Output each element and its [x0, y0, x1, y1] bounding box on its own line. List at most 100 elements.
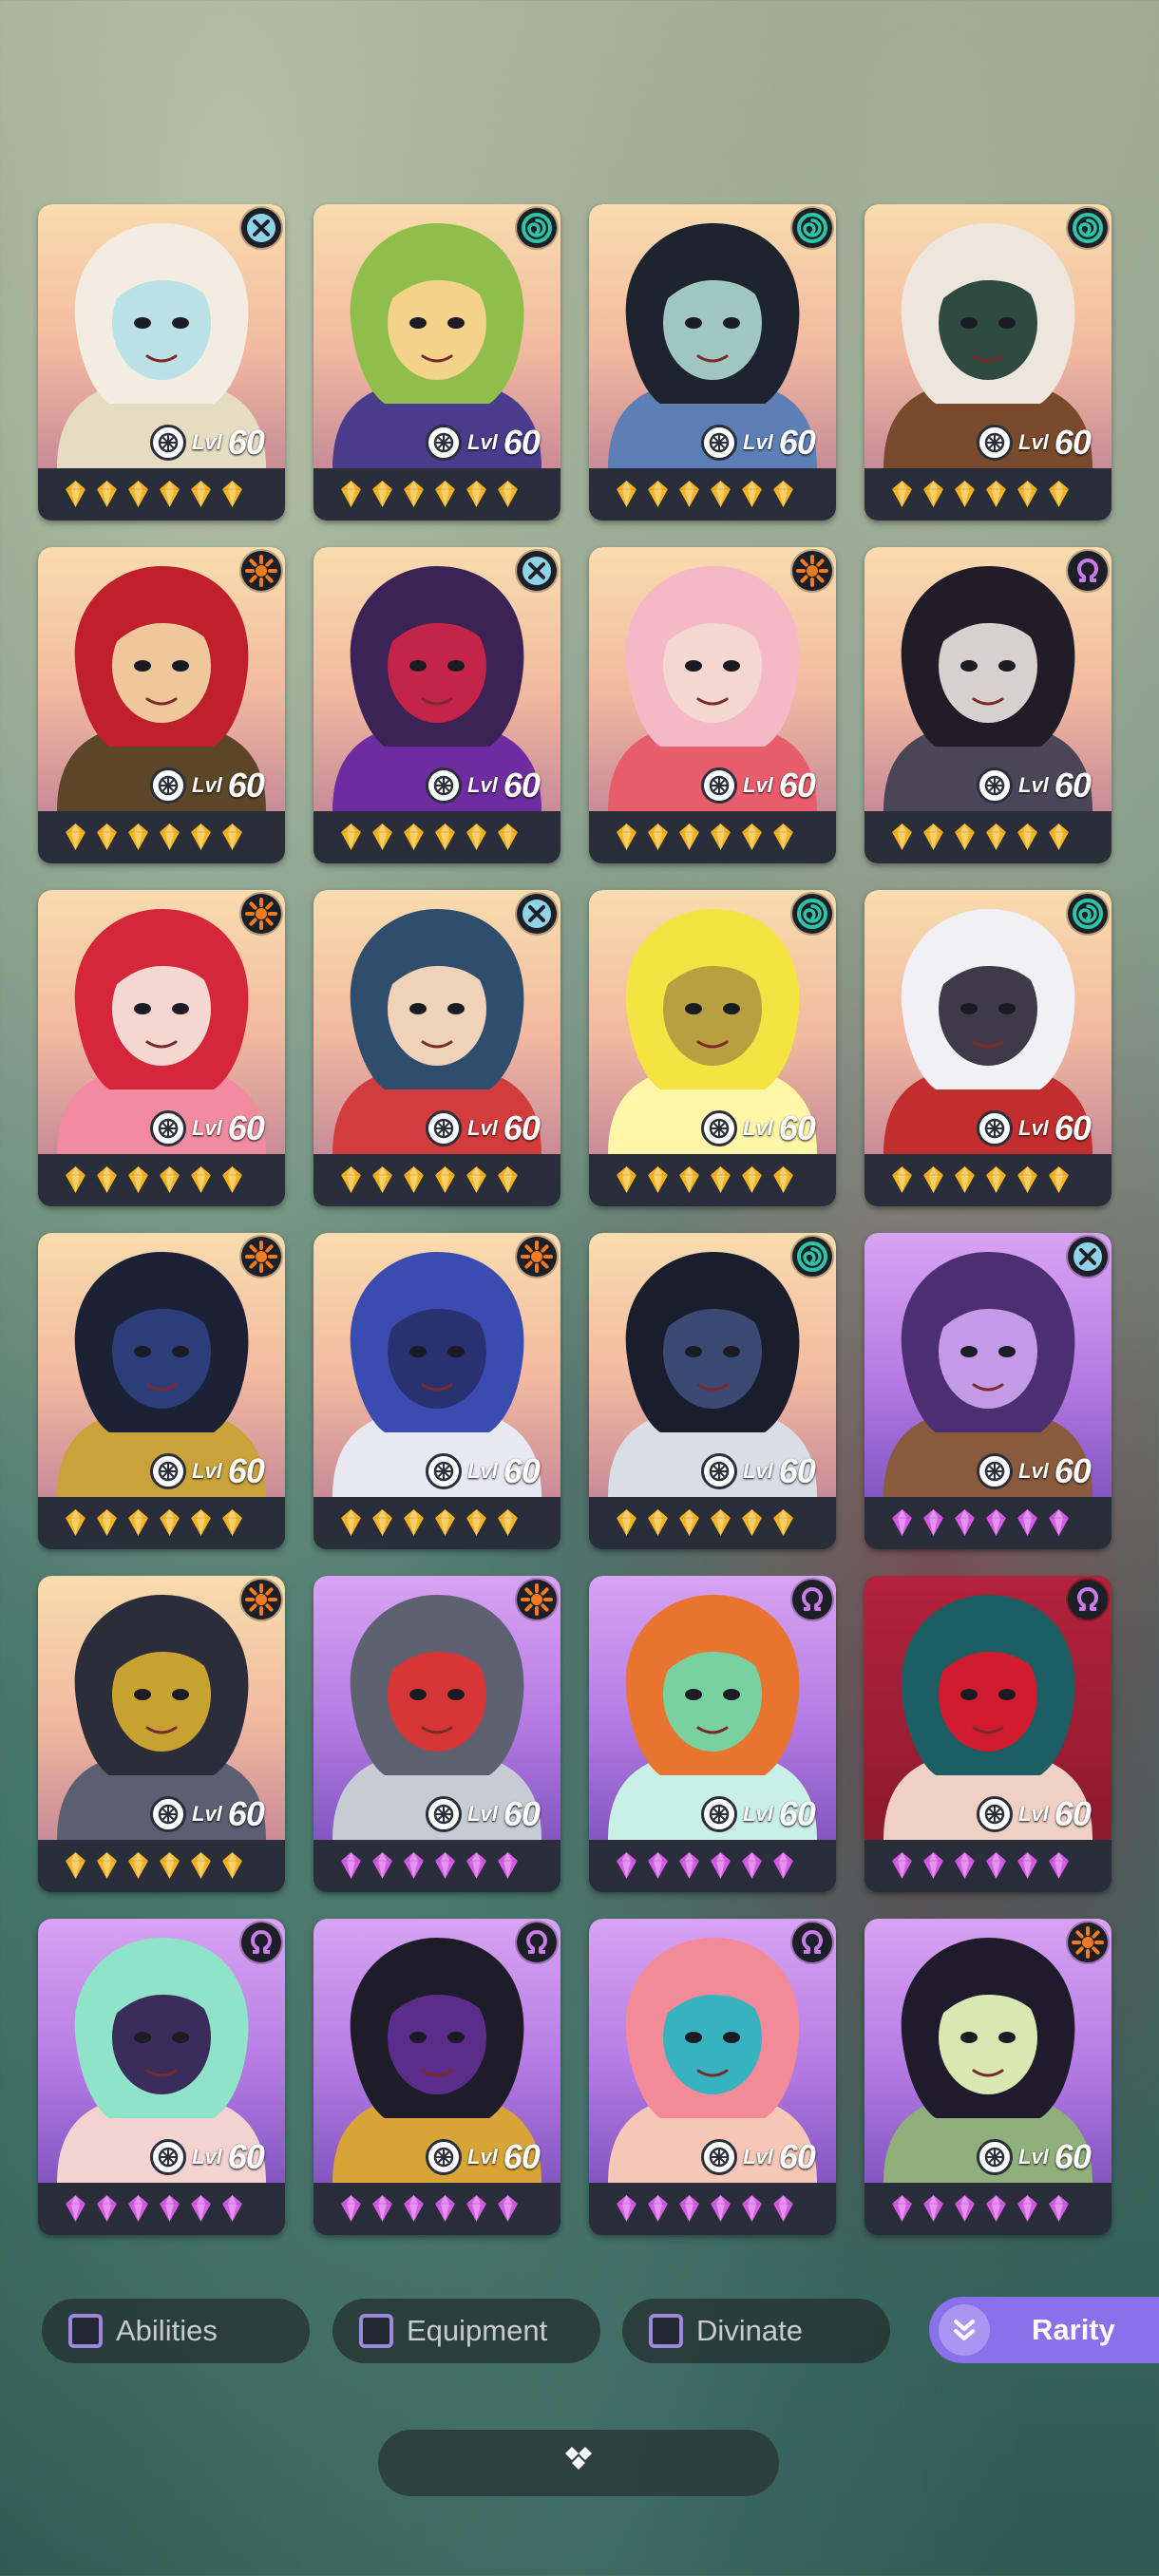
hero-level: Lvl 60	[420, 766, 545, 805]
filter-divinate-label: Divinate	[696, 2314, 803, 2347]
gem-icon	[159, 1851, 180, 1885]
filter-divinate[interactable]: Divinate	[622, 2299, 890, 2363]
gem-icon	[497, 1851, 519, 1885]
hero-level: Lvl 60	[971, 766, 1096, 805]
gem-icon	[954, 480, 976, 513]
gem-icon	[891, 1851, 913, 1885]
hero-card[interactable]: Lvl 60	[864, 1576, 1112, 1892]
class-badge-icon	[701, 425, 737, 461]
cross-element-icon	[241, 208, 281, 248]
hero-card[interactable]: Lvl 60	[864, 1233, 1112, 1549]
equipment-checkbox[interactable]	[359, 2314, 393, 2348]
hero-card[interactable]: Lvl 60	[589, 204, 836, 521]
gem-icon	[616, 1508, 637, 1542]
hero-card[interactable]: Lvl 60	[589, 1233, 836, 1549]
star-rating	[891, 2194, 1070, 2227]
sort-rarity-button[interactable]: Rarity	[929, 2297, 1159, 2363]
expand-button[interactable]	[378, 2430, 779, 2496]
gem-icon	[616, 2194, 637, 2227]
hero-card[interactable]: Lvl 60	[864, 890, 1112, 1206]
gem-icon	[340, 2194, 362, 2227]
gem-icon	[190, 2194, 212, 2227]
gem-icon	[741, 1851, 763, 1885]
hero-card[interactable]: Lvl 60	[314, 204, 560, 521]
filter-abilities-label: Abilities	[116, 2314, 218, 2347]
abilities-checkbox[interactable]	[68, 2314, 103, 2348]
gem-icon	[65, 1508, 86, 1542]
class-badge-icon	[426, 2139, 462, 2175]
hero-card[interactable]: Lvl 60	[38, 204, 285, 521]
star-rating	[65, 1508, 243, 1542]
gem-icon	[678, 1851, 700, 1885]
gem-icon	[1016, 1851, 1038, 1885]
hero-card[interactable]: Lvl 60	[38, 1919, 285, 2235]
hero-card[interactable]: Lvl 60	[589, 1576, 836, 1892]
hero-card[interactable]: Lvl 60	[864, 547, 1112, 863]
hero-card[interactable]: Lvl 60	[589, 547, 836, 863]
class-badge-icon	[977, 1796, 1013, 1832]
class-badge-icon	[150, 425, 186, 461]
level-label: Lvl	[1018, 430, 1049, 454]
hero-card[interactable]: Lvl 60	[864, 1919, 1112, 2235]
level-number: 60	[227, 1794, 265, 1833]
hero-card[interactable]: Lvl 60	[38, 890, 285, 1206]
gem-icon	[340, 480, 362, 513]
filter-abilities[interactable]: Abilities	[42, 2299, 310, 2363]
gem-icon	[221, 1165, 243, 1199]
gem-icon	[772, 1508, 794, 1542]
gem-icon	[221, 823, 243, 856]
hero-card[interactable]: Lvl 60	[864, 204, 1112, 521]
gem-icon	[954, 1165, 976, 1199]
gem-icon	[497, 1508, 519, 1542]
gem-icon	[221, 480, 243, 513]
gem-icon	[127, 480, 149, 513]
level-number: 60	[778, 1108, 816, 1147]
level-number: 60	[1054, 1794, 1092, 1833]
hero-level: Lvl 60	[420, 2137, 545, 2176]
hero-card[interactable]: Lvl 60	[314, 547, 560, 863]
level-number: 60	[227, 2137, 265, 2176]
hero-card[interactable]: Lvl 60	[314, 1233, 560, 1549]
gem-icon	[96, 2194, 118, 2227]
level-label: Lvl	[1018, 1116, 1049, 1140]
hero-card[interactable]: Lvl 60	[38, 1576, 285, 1892]
gem-icon	[710, 2194, 732, 2227]
hero-card[interactable]: Lvl 60	[314, 890, 560, 1206]
gem-icon	[127, 823, 149, 856]
gem-icon	[1016, 480, 1038, 513]
spiral-element-icon	[792, 894, 832, 934]
hero-card[interactable]: Lvl 60	[589, 890, 836, 1206]
hero-level: Lvl 60	[420, 1108, 545, 1147]
gem-icon	[1048, 1508, 1070, 1542]
star-rating	[616, 823, 794, 856]
hero-card[interactable]: Lvl 60	[38, 1233, 285, 1549]
omega-element-icon	[1068, 1580, 1108, 1619]
gem-icon	[1016, 2194, 1038, 2227]
level-label: Lvl	[192, 1459, 222, 1483]
level-label: Lvl	[1018, 2145, 1049, 2169]
star-rating	[616, 1165, 794, 1199]
omega-element-icon	[241, 1923, 281, 1962]
level-number: 60	[778, 1794, 816, 1833]
spiral-element-icon	[1068, 894, 1108, 934]
star-rating	[616, 1508, 794, 1542]
filter-equipment[interactable]: Equipment	[332, 2299, 600, 2363]
hero-card[interactable]: Lvl 60	[314, 1576, 560, 1892]
level-number: 60	[778, 2137, 816, 2176]
hero-card[interactable]: Lvl 60	[38, 547, 285, 863]
star-rating	[65, 1851, 243, 1885]
hero-card[interactable]: Lvl 60	[589, 1919, 836, 2235]
class-badge-icon	[426, 1796, 462, 1832]
gem-icon	[65, 1165, 86, 1199]
hero-level: Lvl 60	[971, 1451, 1096, 1490]
divinate-checkbox[interactable]	[649, 2314, 683, 2348]
hero-card[interactable]: Lvl 60	[314, 1919, 560, 2235]
star-rating	[340, 1165, 519, 1199]
level-number: 60	[227, 1108, 265, 1147]
level-label: Lvl	[743, 1116, 773, 1140]
level-number: 60	[778, 766, 816, 805]
level-label: Lvl	[467, 1116, 498, 1140]
gem-icon	[678, 823, 700, 856]
gem-icon	[434, 1851, 456, 1885]
omega-element-icon	[517, 1923, 557, 1962]
